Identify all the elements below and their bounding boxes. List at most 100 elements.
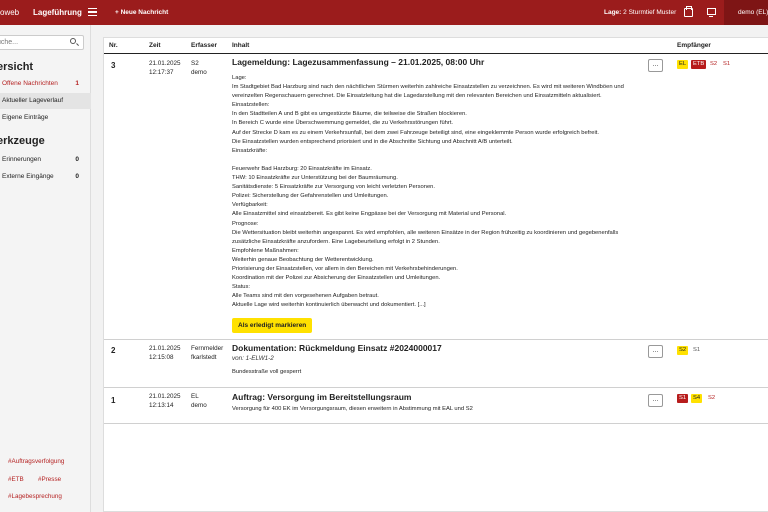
sidebar-item-label: Offene Nachrichten — [2, 80, 58, 87]
current-lage[interactable]: Lage: 2 Sturmtief Muster — [604, 0, 676, 25]
tag-link[interactable]: #Auftragsverfolgung — [8, 458, 64, 465]
brand-title: Lageführung — [33, 8, 82, 17]
sidebar-item-label: Eigene Einträge — [2, 114, 49, 121]
row-time: 12:15:08 — [149, 354, 174, 361]
body-line: Einsatzstellen: — [232, 102, 270, 109]
body-line: Die Einsatzstellen wurden entsprechend p… — [232, 138, 513, 145]
row-actions-button[interactable]: ... — [648, 345, 663, 358]
new-message-button[interactable]: + Neue Nachricht — [115, 0, 168, 25]
message-sender: von: 1-ELW1-2 — [232, 355, 274, 362]
message-body: Versorgung für 400 EK im Versorgungsraum… — [232, 406, 473, 412]
search-icon[interactable] — [70, 38, 76, 44]
recipient-badge: ETB — [691, 60, 707, 69]
message-title: Dokumentation: Rückmeldung Einsatz #2024… — [232, 343, 442, 353]
recipient-badge: S1 — [723, 61, 731, 67]
body-line: Empfohlene Maßnahmen: — [232, 247, 299, 254]
recipient-badge: EL — [677, 60, 689, 69]
tag-link[interactable]: #Lagebesprechung — [8, 493, 62, 500]
tools-title: erkzeuge — [0, 135, 45, 147]
col-empfaenger[interactable]: Empfänger — [677, 42, 711, 49]
row-time: 12:17:37 — [149, 69, 174, 76]
recipient-badge: S1 — [693, 347, 701, 353]
sidebar-item-external-inputs[interactable]: Externe Eingänge 0 — [0, 169, 91, 185]
body-line: Priorisierung der Einsatzstellen, vor al… — [232, 265, 458, 272]
message-body: Lage: Im Stadtgebiet Bad Harzburg sind n… — [232, 74, 624, 310]
body-line: vereinzelten Regenschauern gerechnet. Di… — [232, 93, 602, 100]
open-messages-count: 1 — [75, 80, 79, 87]
body-line: Alle Teams sind mit den vorgesehenen Auf… — [232, 293, 379, 300]
body-line: Status: — [232, 284, 251, 291]
row-author-role: Fernmelder — [191, 345, 224, 352]
body-line — [232, 156, 624, 165]
body-line: In den Stadtteilen A und B gibt es umges… — [232, 111, 467, 118]
body-line: Alle Einsatzmittel sind einsatzbereit. E… — [232, 211, 507, 218]
table-row[interactable]: 3 21.01.2025 12:17:37 S2 demo Lagemeldun… — [104, 55, 768, 340]
sidebar-item-own-entries[interactable]: Eigene Einträge — [0, 110, 91, 126]
lage-value: 2 Sturmtief Muster — [623, 9, 677, 16]
body-line: zusätzliche Einsatzkräfte anzufordern. E… — [232, 238, 440, 245]
row-actions-button[interactable]: ... — [648, 394, 663, 407]
body-line: Im Stadtgebiet Bad Harzburg sind nach de… — [232, 84, 624, 91]
recipient-badge: S2 — [677, 346, 689, 355]
sidebar: uche... ersicht Offene Nachrichten 1 Akt… — [0, 25, 91, 512]
body-line: Weiterhin genaue Beobachtung der Wettere… — [232, 256, 374, 263]
mark-done-button[interactable]: Als erledigt markieren — [232, 318, 313, 333]
row-author-role: EL — [191, 393, 199, 400]
recipient-badge: S1 — [677, 394, 689, 403]
monitor-icon[interactable] — [707, 8, 716, 18]
tag-link[interactable]: #ETB — [8, 476, 24, 483]
row-author-role: S2 — [191, 60, 199, 67]
col-zeit[interactable]: Zeit — [149, 42, 161, 49]
body-line: Aktuelle Lage wird weiterhin kontinuierl… — [232, 302, 426, 309]
lage-label: Lage: — [604, 9, 622, 16]
sidebar-item-reminders[interactable]: Erinnerungen 0 — [0, 152, 91, 168]
row-number: 1 — [111, 396, 116, 405]
table-row[interactable]: 2 21.01.2025 12:15:08 Fernmelder fkarlst… — [104, 340, 768, 388]
col-inhalt[interactable]: Inhalt — [232, 42, 249, 49]
top-bar: oweb Lageführung + Neue Nachricht Lage: … — [0, 0, 768, 25]
recipient-badge: S2 — [710, 61, 718, 67]
external-inputs-count: 0 — [75, 173, 79, 180]
col-nr[interactable]: Nr. — [109, 42, 118, 49]
user-menu[interactable]: demo (EL) — [724, 0, 768, 25]
table-header: Nr. Zeit Erfasser Inhalt Empfänger — [104, 38, 768, 54]
overview-title: ersicht — [0, 61, 34, 73]
col-erfasser[interactable]: Erfasser — [191, 42, 217, 49]
tag-link[interactable]: #Presse — [38, 476, 61, 483]
row-actions-button[interactable]: ... — [648, 59, 663, 72]
message-title: Auftrag: Versorgung im Bereitstellungsra… — [232, 392, 412, 402]
sidebar-item-label: Erinnerungen — [2, 156, 42, 163]
row-author-user: demo — [191, 69, 207, 76]
sidebar-item-label: Aktueller Lageverlauf — [2, 97, 64, 104]
row-date: 21.01.2025 — [149, 345, 181, 352]
reminders-count: 0 — [75, 156, 79, 163]
recipient-badge: S2 — [708, 395, 716, 401]
sidebar-item-current-log[interactable]: Aktueller Lageverlauf — [0, 93, 91, 109]
body-line: Feuerwehr Bad Harzburg: 20 Einsatzkräfte… — [232, 165, 372, 172]
body-line: Koordination mit der Polizei zur Absiche… — [232, 275, 441, 282]
brand-name: oweb — [0, 8, 20, 17]
body-line: Verfügbarkeit: — [232, 202, 268, 209]
body-line: In Bereich C wurde eine Überschwemmung g… — [232, 120, 454, 127]
row-date: 21.01.2025 — [149, 60, 181, 67]
recipient-badge: S4 — [691, 394, 703, 403]
row-number: 3 — [111, 61, 116, 70]
message-body: Bundesstraße voll gesperrt — [232, 369, 302, 375]
body-line: Einsatzkräfte: — [232, 147, 268, 154]
row-number: 2 — [111, 346, 116, 355]
body-line: Lage: — [232, 75, 247, 81]
sidebar-item-open-messages[interactable]: Offene Nachrichten 1 — [0, 76, 91, 92]
row-author-user: fkarlstedt — [191, 354, 217, 361]
app-brand[interactable]: oweb Lageführung — [0, 0, 82, 25]
table-row[interactable]: 1 21.01.2025 12:13:14 EL demo Auftrag: V… — [104, 388, 768, 424]
body-line: Auf der Strecke D kam es zu einem Verkeh… — [232, 129, 599, 136]
message-table: Nr. Zeit Erfasser Inhalt Empfänger 3 21.… — [103, 37, 768, 512]
body-line: Prognose: — [232, 220, 259, 227]
body-line: THW: 10 Einsatzkräfte zur Unterstützung … — [232, 175, 398, 182]
row-time: 12:13:14 — [149, 402, 174, 409]
sidebar-item-label: Externe Eingänge — [2, 173, 54, 180]
row-author-user: demo — [191, 402, 207, 409]
printer-icon[interactable] — [684, 6, 693, 17]
message-title: Lagemeldung: Lagezusammenfassung – 21.01… — [232, 57, 485, 67]
hamburger-menu-icon[interactable] — [88, 8, 97, 16]
